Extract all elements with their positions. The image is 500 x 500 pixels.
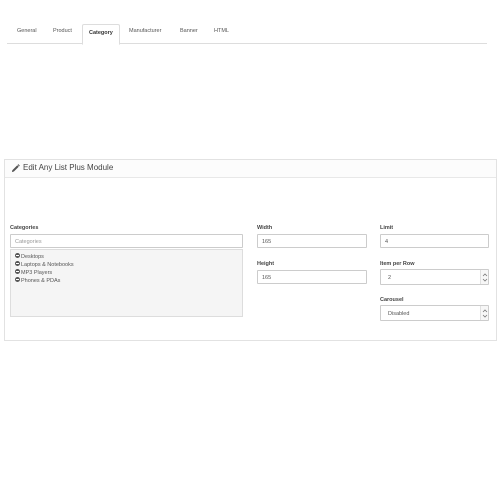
height-field[interactable]: 165 (257, 270, 367, 284)
tab-html[interactable]: HTML (214, 28, 229, 34)
panel-heading: Edit Any List Plus Module (5, 160, 496, 178)
tab-general[interactable]: General (17, 28, 37, 34)
limit-field[interactable]: 4 (380, 234, 489, 248)
minus-circle-icon[interactable] (15, 261, 20, 267)
pencil-icon (11, 164, 20, 173)
categories-label: Categories (10, 225, 39, 231)
category-tree: Desktops Laptops & Notebooks MP3 Players… (10, 249, 243, 317)
width-field[interactable]: 165 (257, 234, 367, 248)
carousel-value: Disabled (388, 311, 410, 317)
item-per-row-label: Item per Row (380, 261, 415, 267)
list-item[interactable]: Laptops & Notebooks (15, 261, 74, 268)
item-per-row-value: 2 (388, 275, 392, 281)
tab-bar: General Product Category Manufacturer Ba… (7, 24, 487, 45)
list-item[interactable]: MP3 Players (15, 269, 52, 276)
minus-circle-icon[interactable] (15, 277, 20, 283)
carousel-select[interactable]: Disabled (380, 305, 489, 321)
carousel-label: Carousel (380, 297, 404, 303)
height-label: Height (257, 261, 275, 267)
tab-product[interactable]: Product (53, 28, 72, 34)
tab-banner[interactable]: Banner (180, 28, 198, 34)
list-item[interactable]: Desktops (15, 253, 44, 260)
categories-input[interactable]: Categories (10, 234, 243, 248)
panel-title: Edit Any List Plus Module (23, 163, 114, 172)
tab-category[interactable]: Category (82, 24, 120, 45)
select-arrows-icon (480, 306, 488, 320)
width-label: Width (257, 225, 273, 231)
list-item[interactable]: Phones & PDAs (15, 277, 60, 284)
tab-manufacturer[interactable]: Manufacturer (129, 28, 161, 34)
minus-circle-icon[interactable] (15, 253, 20, 259)
minus-circle-icon[interactable] (15, 269, 20, 275)
limit-label: Limit (380, 225, 394, 231)
select-arrows-icon (480, 270, 488, 284)
item-per-row-select[interactable]: 2 (380, 269, 489, 285)
